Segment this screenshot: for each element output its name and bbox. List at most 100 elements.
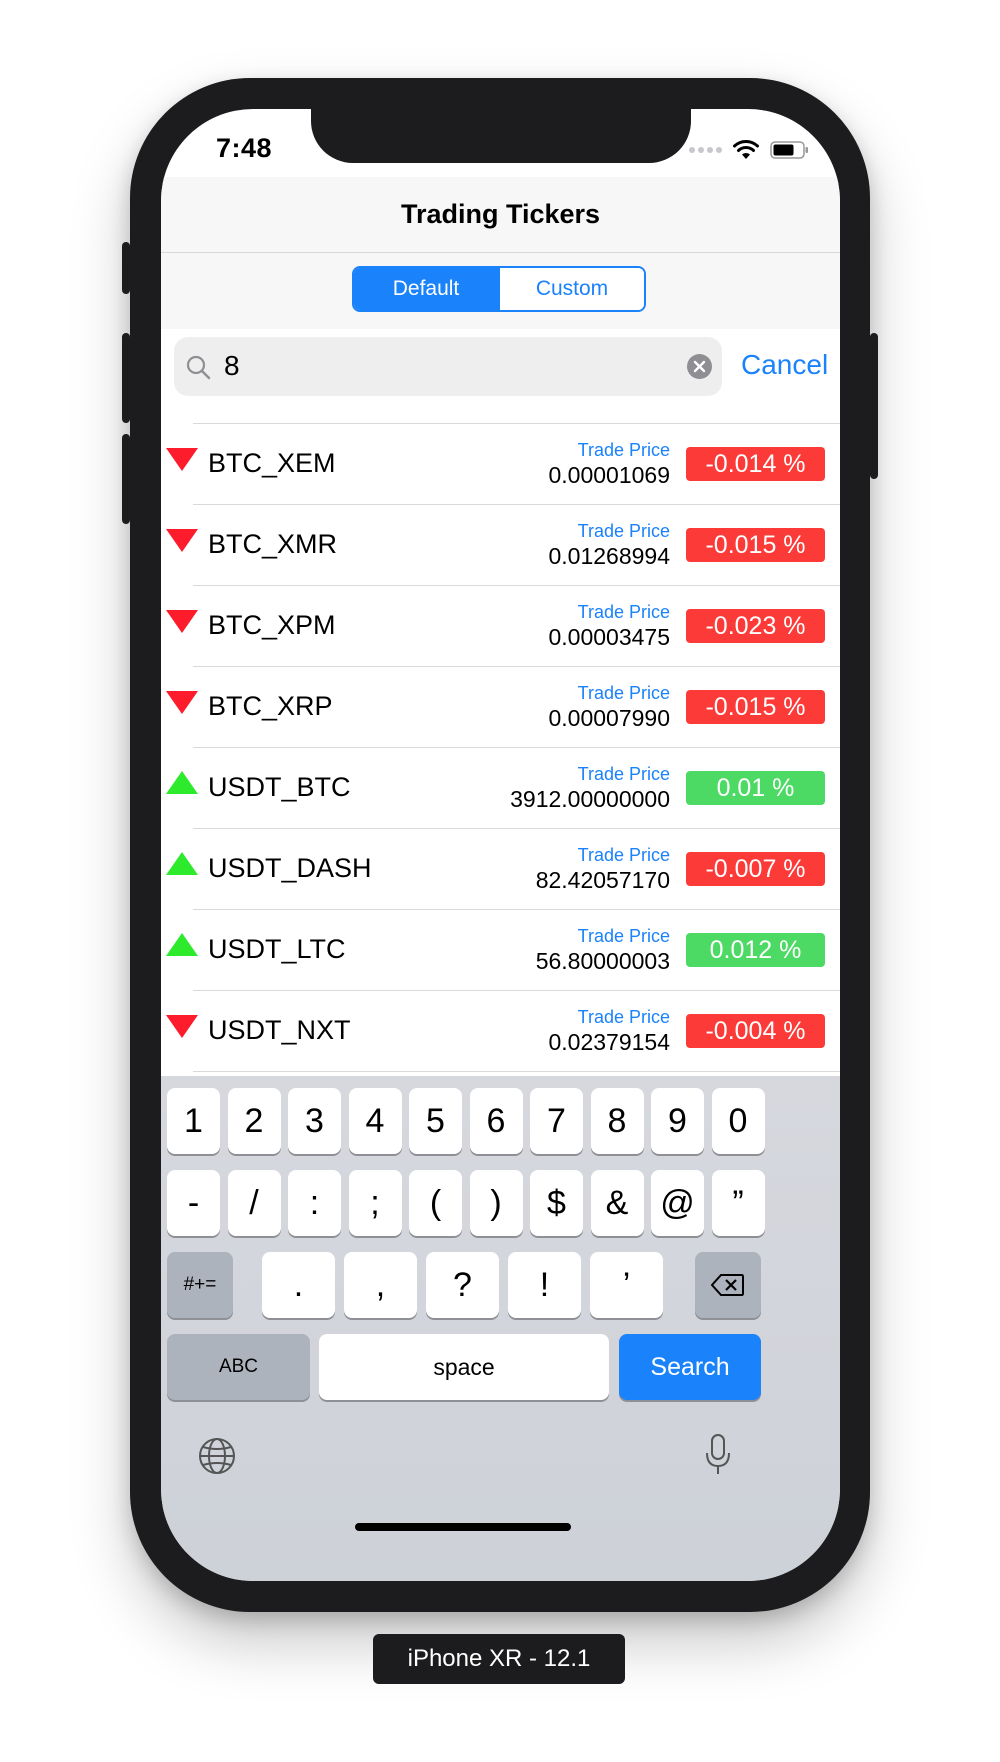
microphone-icon[interactable]: [705, 1433, 731, 1477]
ticker-row[interactable]: USDT_DASH Trade Price 82.42057170 -0.007 %: [166, 828, 840, 909]
ticker-row[interactable]: USDT_NXT Trade Price 0.02379154 -0.004 %: [166, 990, 840, 1071]
segment-custom[interactable]: Custom: [498, 268, 644, 310]
globe-icon[interactable]: [197, 1436, 237, 1476]
trade-price-label: Trade Price: [577, 764, 670, 784]
search-value: 8: [224, 350, 240, 381]
key-punctuation[interactable]: ’: [590, 1252, 663, 1318]
key-9[interactable]: 9: [651, 1088, 704, 1154]
ticker-symbol: USDT_DASH: [208, 853, 372, 883]
trade-price-label: Trade Price: [577, 1007, 670, 1027]
screen: 7:48 Trading Tickers Default Custom 8 Ca…: [161, 109, 840, 1581]
key-punctuation[interactable]: ,: [344, 1252, 417, 1318]
ticker-row[interactable]: BTC_XRP Trade Price 0.00007990 -0.015 %: [166, 666, 840, 747]
down-arrow-icon: [166, 691, 198, 714]
down-arrow-icon: [166, 1015, 198, 1038]
power-button: [870, 333, 878, 479]
trade-price-value: 0.02379154: [548, 1029, 670, 1055]
ticker-symbol: USDT_LTC: [208, 934, 346, 964]
search-key[interactable]: Search: [619, 1334, 761, 1400]
delete-key[interactable]: [695, 1252, 761, 1318]
ticker-row[interactable]: USDT_LTC Trade Price 56.80000003 0.012 %: [166, 909, 840, 990]
ticker-symbol: BTC_XMR: [208, 529, 338, 559]
down-arrow-icon: [166, 610, 198, 633]
trade-price-value: 56.80000003: [535, 948, 670, 974]
trade-price-value: 0.00003475: [548, 624, 670, 650]
home-indicator[interactable]: [355, 1523, 571, 1531]
key-7[interactable]: 7: [530, 1088, 583, 1154]
mute-switch: [122, 242, 130, 294]
ticker-row[interactable]: BTC_XPM Trade Price 0.00003475 -0.023 %: [166, 585, 840, 666]
ticker-row[interactable]: BTC_XEM Trade Price 0.00001069 -0.014 %: [166, 423, 840, 504]
change-badge: -0.014 %: [686, 447, 825, 481]
up-arrow-icon: [166, 933, 198, 956]
ticker-list: BTC_XEM Trade Price 0.00001069 -0.014 % BTC_…: [161, 423, 840, 1072]
volume-up-button: [122, 333, 130, 423]
change-badge: 0.012 %: [686, 933, 825, 967]
ticker-symbol: USDT_BTC: [208, 772, 351, 802]
clear-icon[interactable]: [686, 353, 713, 380]
trade-price-value: 3912.00000000: [510, 786, 670, 812]
status-time: 7:48: [216, 133, 273, 163]
key-symbol[interactable]: &: [590, 1170, 644, 1236]
key-symbol[interactable]: ”: [711, 1170, 765, 1236]
key-0[interactable]: 0: [711, 1088, 765, 1154]
signal-icon: [689, 147, 722, 153]
change-badge: 0.01 %: [686, 771, 825, 805]
key-punctuation[interactable]: .: [262, 1252, 335, 1318]
up-arrow-icon: [166, 771, 198, 794]
page-title: Trading Tickers: [400, 199, 601, 229]
key-8[interactable]: 8: [590, 1088, 644, 1154]
key-symbol[interactable]: -: [167, 1170, 220, 1236]
key-symbol[interactable]: (: [409, 1170, 462, 1236]
abc-key[interactable]: ABC: [167, 1334, 310, 1400]
trade-price-label: Trade Price: [577, 521, 670, 541]
key-symbol[interactable]: ): [469, 1170, 523, 1236]
key-symbol[interactable]: $: [530, 1170, 583, 1236]
key-symbol[interactable]: :: [288, 1170, 341, 1236]
cancel-button[interactable]: Cancel: [741, 349, 828, 381]
change-badge: -0.004 %: [686, 1014, 825, 1048]
key-5[interactable]: 5: [409, 1088, 462, 1154]
battery-icon: [770, 141, 808, 159]
key-symbol[interactable]: ;: [348, 1170, 402, 1236]
change-badge: -0.015 %: [686, 528, 825, 562]
key-symbol[interactable]: /: [227, 1170, 281, 1236]
ticker-symbol: BTC_XRP: [208, 691, 333, 721]
ticker-row[interactable]: USDT_BTC Trade Price 3912.00000000 0.01 %: [166, 747, 840, 828]
key-punctuation[interactable]: !: [508, 1252, 581, 1318]
keyboard: 1 2 3 4 5 6 7 8 9 0 - /:;() $ & @” #+=.,?!’ ABC space Sear…: [161, 1076, 840, 1581]
key-4[interactable]: 4: [348, 1088, 402, 1154]
ticker-symbol: BTC_XEM: [208, 448, 336, 478]
notch: [311, 109, 691, 163]
search-icon: [186, 355, 211, 380]
change-badge: -0.015 %: [686, 690, 825, 724]
device-frame: 7:48 Trading Tickers Default Custom 8 Ca…: [122, 78, 878, 1612]
up-arrow-icon: [166, 852, 198, 875]
change-badge: -0.023 %: [686, 609, 825, 643]
key-1[interactable]: 1: [167, 1088, 220, 1154]
symbols-toggle-key[interactable]: #+=: [167, 1252, 233, 1318]
status-icons: [689, 139, 810, 161]
list-divider: [193, 1071, 840, 1072]
search-input[interactable]: 8: [174, 337, 722, 396]
ticker-row[interactable]: BTC_XMR Trade Price 0.01268994 -0.015 %: [166, 504, 840, 585]
key-6[interactable]: 6: [469, 1088, 523, 1154]
trade-price-label: Trade Price: [577, 926, 670, 946]
down-arrow-icon: [166, 448, 198, 471]
key-punctuation[interactable]: ?: [426, 1252, 499, 1318]
trade-price-label: Trade Price: [577, 602, 670, 622]
segmented-control: Default Custom: [352, 266, 646, 312]
space-key[interactable]: space: [319, 1334, 609, 1400]
ticker-symbol: BTC_XPM: [208, 610, 336, 640]
segment-default[interactable]: Default: [354, 268, 498, 310]
trade-price-value: 82.42057170: [535, 867, 670, 893]
ticker-symbol: USDT_NXT: [208, 1015, 351, 1045]
key-2[interactable]: 2: [227, 1088, 281, 1154]
trade-price-label: Trade Price: [577, 683, 670, 703]
trade-price-value: 0.01268994: [548, 543, 670, 569]
trade-price-value: 0.00007990: [548, 705, 670, 731]
key-symbol[interactable]: @: [651, 1170, 704, 1236]
trade-price-label: Trade Price: [577, 440, 670, 460]
key-3[interactable]: 3: [288, 1088, 341, 1154]
trade-price-label: Trade Price: [577, 845, 670, 865]
